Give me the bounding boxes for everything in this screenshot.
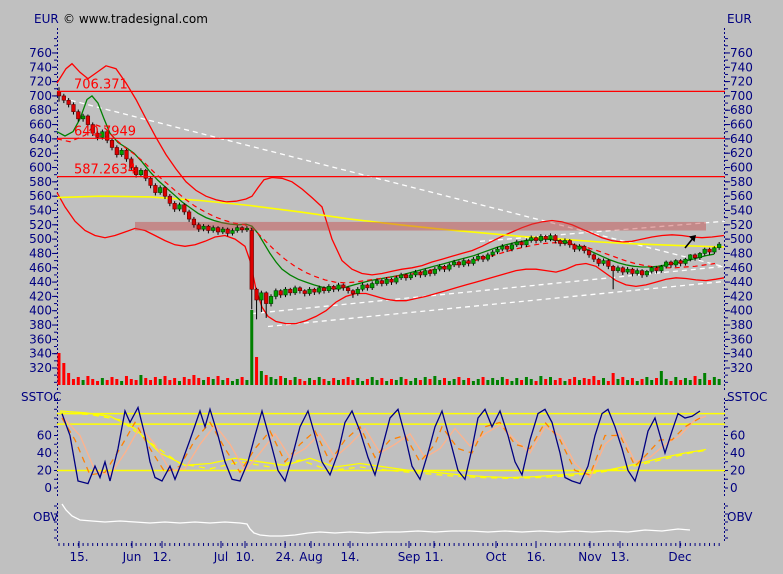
svg-text:640.7949: 640.7949 [74,124,136,139]
svg-text:560: 560 [29,189,52,203]
svg-text:520: 520 [29,218,52,232]
svg-text:540: 540 [730,203,753,217]
svg-text:13.: 13. [610,550,629,564]
svg-text:Nov: Nov [578,550,601,564]
svg-text:500: 500 [730,232,753,246]
svg-text:460: 460 [730,261,753,275]
svg-text:16.: 16. [526,550,545,564]
svg-text:320: 320 [730,361,753,375]
trading-chart-window: 3203203403403603603803804004004204204404… [0,0,783,574]
svg-text:660: 660 [730,118,753,132]
svg-text:20: 20 [37,464,52,478]
svg-text:720: 720 [29,75,52,89]
svg-text:620: 620 [730,146,753,160]
svg-text:760: 760 [730,46,753,60]
price-axis-title-left: EUR [34,12,59,26]
svg-text:340: 340 [29,347,52,361]
svg-text:680: 680 [730,103,753,117]
svg-text:706.371: 706.371 [74,77,128,92]
obv-panel-label-right: OBV [727,510,753,524]
svg-text:380: 380 [730,318,753,332]
svg-text:660: 660 [29,118,52,132]
bollinger-bands [57,64,724,324]
svg-text:540: 540 [29,203,52,217]
svg-text:720: 720 [730,75,753,89]
svg-text:700: 700 [730,89,753,103]
svg-text:640: 640 [730,132,753,146]
volume-bars [58,310,721,385]
svg-text:580: 580 [29,175,52,189]
svg-text:360: 360 [730,332,753,346]
svg-text:480: 480 [29,246,52,260]
copyright-watermark: © www.tradesignal.com [63,12,208,26]
svg-text:40: 40 [37,446,52,460]
price-axis-title-right: EUR [727,12,752,26]
svg-text:500: 500 [29,232,52,246]
svg-text:11.: 11. [424,550,443,564]
svg-text:0: 0 [730,481,738,495]
obv-panel [62,504,690,536]
svg-text:Jun: Jun [122,550,142,564]
svg-text:Jul: Jul [213,550,228,564]
svg-text:60: 60 [37,429,52,443]
svg-text:Dec: Dec [668,550,691,564]
svg-text:600: 600 [730,161,753,175]
svg-text:0: 0 [44,481,52,495]
svg-text:Aug: Aug [299,550,322,564]
svg-text:10.: 10. [235,550,254,564]
svg-text:587.2634: 587.2634 [74,163,136,178]
resistance-zone [135,222,706,231]
svg-text:14.: 14. [340,550,359,564]
svg-text:420: 420 [730,289,753,303]
candles [57,87,721,319]
svg-text:400: 400 [29,304,52,318]
sstoc-panel-label-left: SSTOC [21,390,61,404]
svg-text:740: 740 [29,60,52,74]
obv-panel-label-left: OBV [33,510,59,524]
svg-text:360: 360 [29,332,52,346]
svg-text:Sep: Sep [398,550,421,564]
trendlines [62,98,725,326]
svg-text:440: 440 [730,275,753,289]
chart-canvas[interactable]: 3203203403403603603803804004004204204404… [0,0,783,574]
svg-text:460: 460 [29,261,52,275]
svg-text:12.: 12. [152,550,171,564]
svg-text:600: 600 [29,161,52,175]
svg-text:620: 620 [29,146,52,160]
svg-text:340: 340 [730,347,753,361]
svg-text:20: 20 [730,464,745,478]
svg-text:560: 560 [730,189,753,203]
svg-text:60: 60 [730,429,745,443]
svg-text:680: 680 [29,103,52,117]
support-resistance-lines: 706.371 640.7949 587.2634 [57,77,725,177]
sstoc-panel-label-right: SSTOC [727,390,767,404]
svg-text:380: 380 [29,318,52,332]
svg-text:40: 40 [730,446,745,460]
svg-text:520: 520 [730,218,753,232]
svg-text:480: 480 [730,246,753,260]
svg-text:760: 760 [29,46,52,60]
svg-text:580: 580 [730,175,753,189]
svg-text:700: 700 [29,89,52,103]
svg-text:Oct: Oct [486,550,507,564]
svg-text:15.: 15. [69,550,88,564]
svg-text:320: 320 [29,361,52,375]
sstoc-panel [57,408,725,484]
svg-text:740: 740 [730,60,753,74]
time-axis: 15. Jun 12. Jul 10. 24. Aug 14. Sep11. Oct 16. Nov 1… [59,541,719,564]
svg-text:400: 400 [730,304,753,318]
svg-text:640: 640 [29,132,52,146]
svg-text:24.: 24. [275,550,294,564]
svg-text:440: 440 [29,275,52,289]
svg-text:420: 420 [29,289,52,303]
